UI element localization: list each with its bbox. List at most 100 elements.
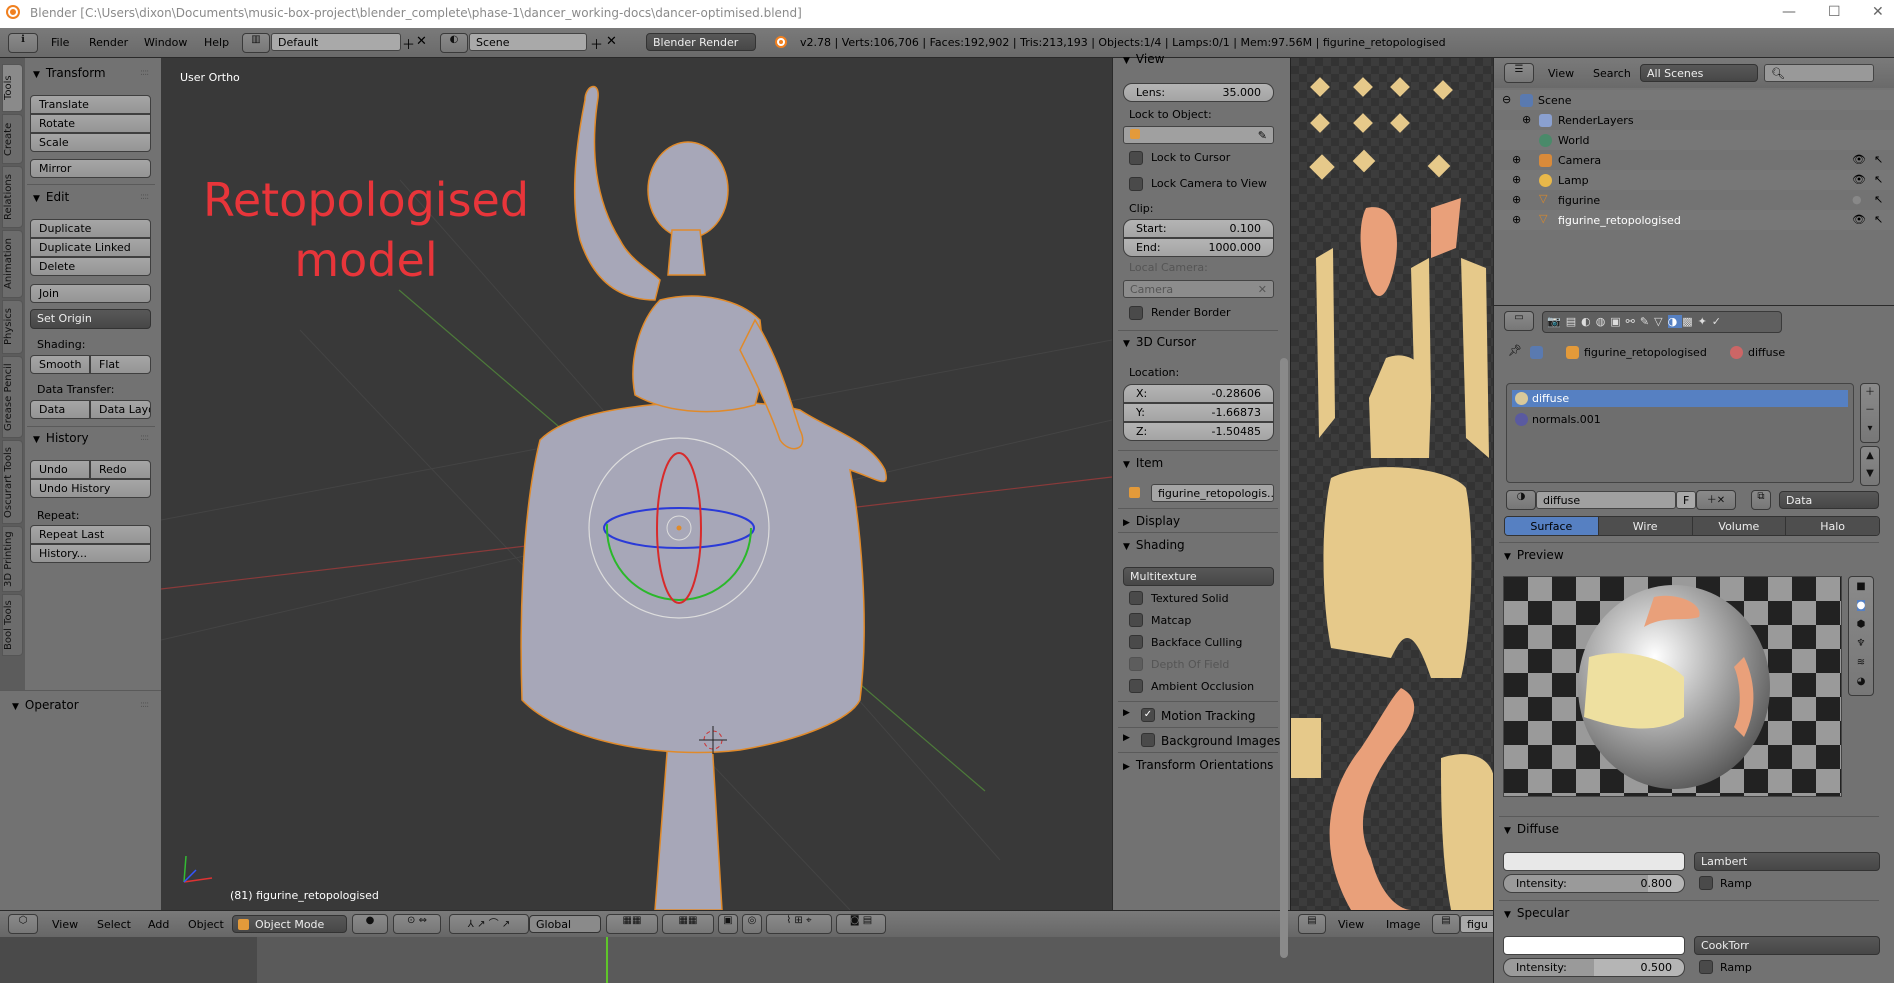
background-images-expander[interactable] — [1123, 733, 1136, 743]
transform-section-header[interactable]: Transform — [33, 66, 106, 80]
history-section-header[interactable]: History — [33, 431, 89, 445]
duplicate-linked-button[interactable]: Duplicate Linked — [30, 238, 151, 257]
render-icons[interactable]: ◙ ▤ — [836, 914, 886, 934]
preview-type-buttons[interactable]: ■ ● ⬢ ♆ ≋ ◕ — [1848, 576, 1874, 696]
outliner-row-world[interactable]: World — [1494, 130, 1894, 150]
cursor-z-field[interactable]: Z: -1.50485 — [1123, 422, 1274, 441]
lock-to-cursor-checkbox[interactable] — [1129, 151, 1143, 165]
item-name-field[interactable]: figurine_retopologis... — [1151, 484, 1274, 502]
tab-volume[interactable]: Volume — [1691, 517, 1786, 535]
outliner-row-renderlayers[interactable]: ⊕ RenderLayers — [1494, 110, 1894, 130]
operator-section-header[interactable]: Operator — [12, 698, 79, 712]
shading-mode-select[interactable]: Multitexture — [1123, 567, 1274, 586]
expand-icon[interactable]: ⊕ — [1512, 213, 1521, 226]
material-name-field[interactable]: diffuse — [1536, 491, 1676, 509]
expand-icon[interactable]: ⊕ — [1512, 153, 1521, 166]
undo-history-button[interactable]: Undo History — [30, 479, 151, 498]
slot-row[interactable]: normals.001 — [1512, 411, 1848, 428]
menu-add[interactable]: Add — [148, 918, 169, 931]
layers-grid-2[interactable]: ▦▦ — [662, 914, 714, 934]
lens-field[interactable]: Lens: 35.000 — [1123, 83, 1274, 102]
proportional-edit-icon[interactable]: ◎ — [742, 914, 762, 934]
smooth-button[interactable]: Smooth — [30, 355, 90, 374]
shading-section-header[interactable]: Shading — [1123, 538, 1185, 552]
uv-image-editor[interactable] — [1290, 58, 1493, 910]
scale-button[interactable]: Scale — [30, 133, 151, 152]
minimize-button[interactable]: — — [1782, 4, 1796, 20]
flat-button[interactable]: Flat — [90, 355, 151, 374]
pin-icon[interactable]: 📌︎ — [1508, 344, 1522, 357]
lock-camera-checkbox[interactable] — [1129, 177, 1143, 191]
outliner-row-figurine-retopologised[interactable]: ⊕ ▽ figurine_retopologised 👁︎ ↖ — [1494, 210, 1894, 230]
textured-solid-checkbox[interactable] — [1129, 591, 1143, 605]
tab-surface[interactable]: Surface — [1505, 517, 1598, 535]
maximize-button[interactable]: ☐ — [1828, 4, 1841, 20]
ambient-occlusion-checkbox[interactable] — [1129, 679, 1143, 693]
expand-icon[interactable]: ⊕ — [1512, 173, 1521, 186]
clip-start-field[interactable]: Start: 0.100 — [1123, 219, 1274, 238]
eye-icon[interactable]: 👁︎ — [1852, 153, 1866, 166]
eyedropper-icon[interactable]: ✎ — [1258, 129, 1267, 142]
npanel-scrollbar[interactable] — [1280, 358, 1288, 958]
select-cursor-icon[interactable]: ↖ — [1874, 173, 1883, 186]
tab-3d-printing[interactable]: 3D Printing — [2, 526, 23, 592]
drag-grip-icon[interactable]: :::: — [140, 433, 149, 443]
expand-icon[interactable]: ⊕ — [1522, 113, 1531, 126]
select-cursor-icon[interactable]: ↖ — [1874, 193, 1883, 206]
select-cursor-icon[interactable]: ↖ — [1874, 153, 1883, 166]
add-scene-icon[interactable]: ＋ — [590, 34, 603, 53]
specular-shader-select[interactable]: CookTorr — [1694, 936, 1880, 955]
sphere-preview-icon[interactable]: ● — [1856, 600, 1866, 611]
menu-help[interactable]: Help — [204, 36, 229, 49]
viewport-shading-icon[interactable]: ● — [352, 914, 388, 934]
editor-type-3d-icon[interactable]: ⬡ — [8, 914, 38, 934]
tab-animation[interactable]: Animation — [2, 230, 23, 298]
pivot-point-icon[interactable]: ⊙ ⇔ — [393, 914, 441, 934]
copy-material-icon[interactable]: ⧉ — [1751, 490, 1771, 510]
tab-halo[interactable]: Halo — [1785, 517, 1879, 535]
eye-icon[interactable]: 👁︎ — [1852, 213, 1866, 226]
diffuse-color-swatch[interactable] — [1503, 852, 1685, 871]
tab-bool-tools[interactable]: Bool Tools — [2, 594, 23, 656]
rotate-button[interactable]: Rotate — [30, 114, 151, 133]
background-images-checkbox[interactable] — [1141, 733, 1155, 747]
material-tab-icon[interactable]: ◑ — [1667, 315, 1683, 328]
translate-button[interactable]: Translate — [30, 95, 151, 114]
undo-button[interactable]: Undo — [30, 460, 90, 479]
preview-section-header[interactable]: Preview — [1504, 548, 1564, 562]
tab-physics[interactable]: Physics — [2, 300, 23, 354]
render-engine-select[interactable]: Blender Render — [646, 33, 756, 51]
specular-color-swatch[interactable] — [1503, 936, 1685, 955]
data-layout-button[interactable]: Data Layo — [90, 400, 151, 419]
eye-hidden-icon[interactable]: ● — [1852, 193, 1862, 206]
slot-move-buttons[interactable]: ▲ ▼ — [1860, 446, 1880, 486]
outliner-row-camera[interactable]: ⊕ Camera 👁︎ ↖ — [1494, 150, 1894, 170]
context-tabs[interactable]: 📷▤◐◍▣⚯✎▽◑▩✦✓ — [1542, 311, 1782, 333]
timeline[interactable] — [0, 937, 1493, 983]
menu-search[interactable]: Search — [1593, 67, 1631, 80]
new-unlink-material-icons[interactable]: ＋✕ — [1696, 490, 1736, 510]
motion-tracking-checkbox[interactable]: ✓ — [1141, 708, 1155, 722]
expand-icon[interactable]: ⊕ — [1512, 193, 1521, 206]
editor-type-info-icon[interactable]: ℹ — [8, 33, 38, 53]
display-section-header[interactable]: Display — [1123, 514, 1180, 528]
image-browse-icon[interactable]: ▤ — [1432, 914, 1460, 934]
fake-user-button[interactable]: F — [1676, 491, 1696, 509]
outliner-row-scene[interactable]: ⊖ Scene — [1494, 90, 1894, 110]
duplicate-button[interactable]: Duplicate — [30, 219, 151, 238]
menu-image[interactable]: Image — [1386, 918, 1420, 931]
editor-type-image-icon[interactable]: ▤ — [1298, 914, 1326, 934]
drag-grip-icon[interactable]: :::: — [140, 192, 149, 202]
specular-ramp-checkbox[interactable] — [1699, 960, 1713, 974]
current-frame-line[interactable] — [606, 937, 608, 983]
lock-layers-icon[interactable]: ▣ — [718, 914, 738, 934]
menu-object[interactable]: Object — [188, 918, 224, 931]
snap-icons[interactable]: ⌇ ⊞ ⌖ — [766, 914, 832, 934]
diffuse-shader-select[interactable]: Lambert — [1694, 852, 1880, 871]
scene-select[interactable]: Scene — [469, 33, 587, 51]
tab-create[interactable]: Create — [2, 114, 23, 164]
render-border-checkbox[interactable] — [1129, 306, 1143, 320]
layout-select[interactable]: Default — [271, 33, 401, 51]
set-origin-dropdown[interactable]: Set Origin — [30, 309, 151, 329]
menu-view[interactable]: View — [1338, 918, 1364, 931]
